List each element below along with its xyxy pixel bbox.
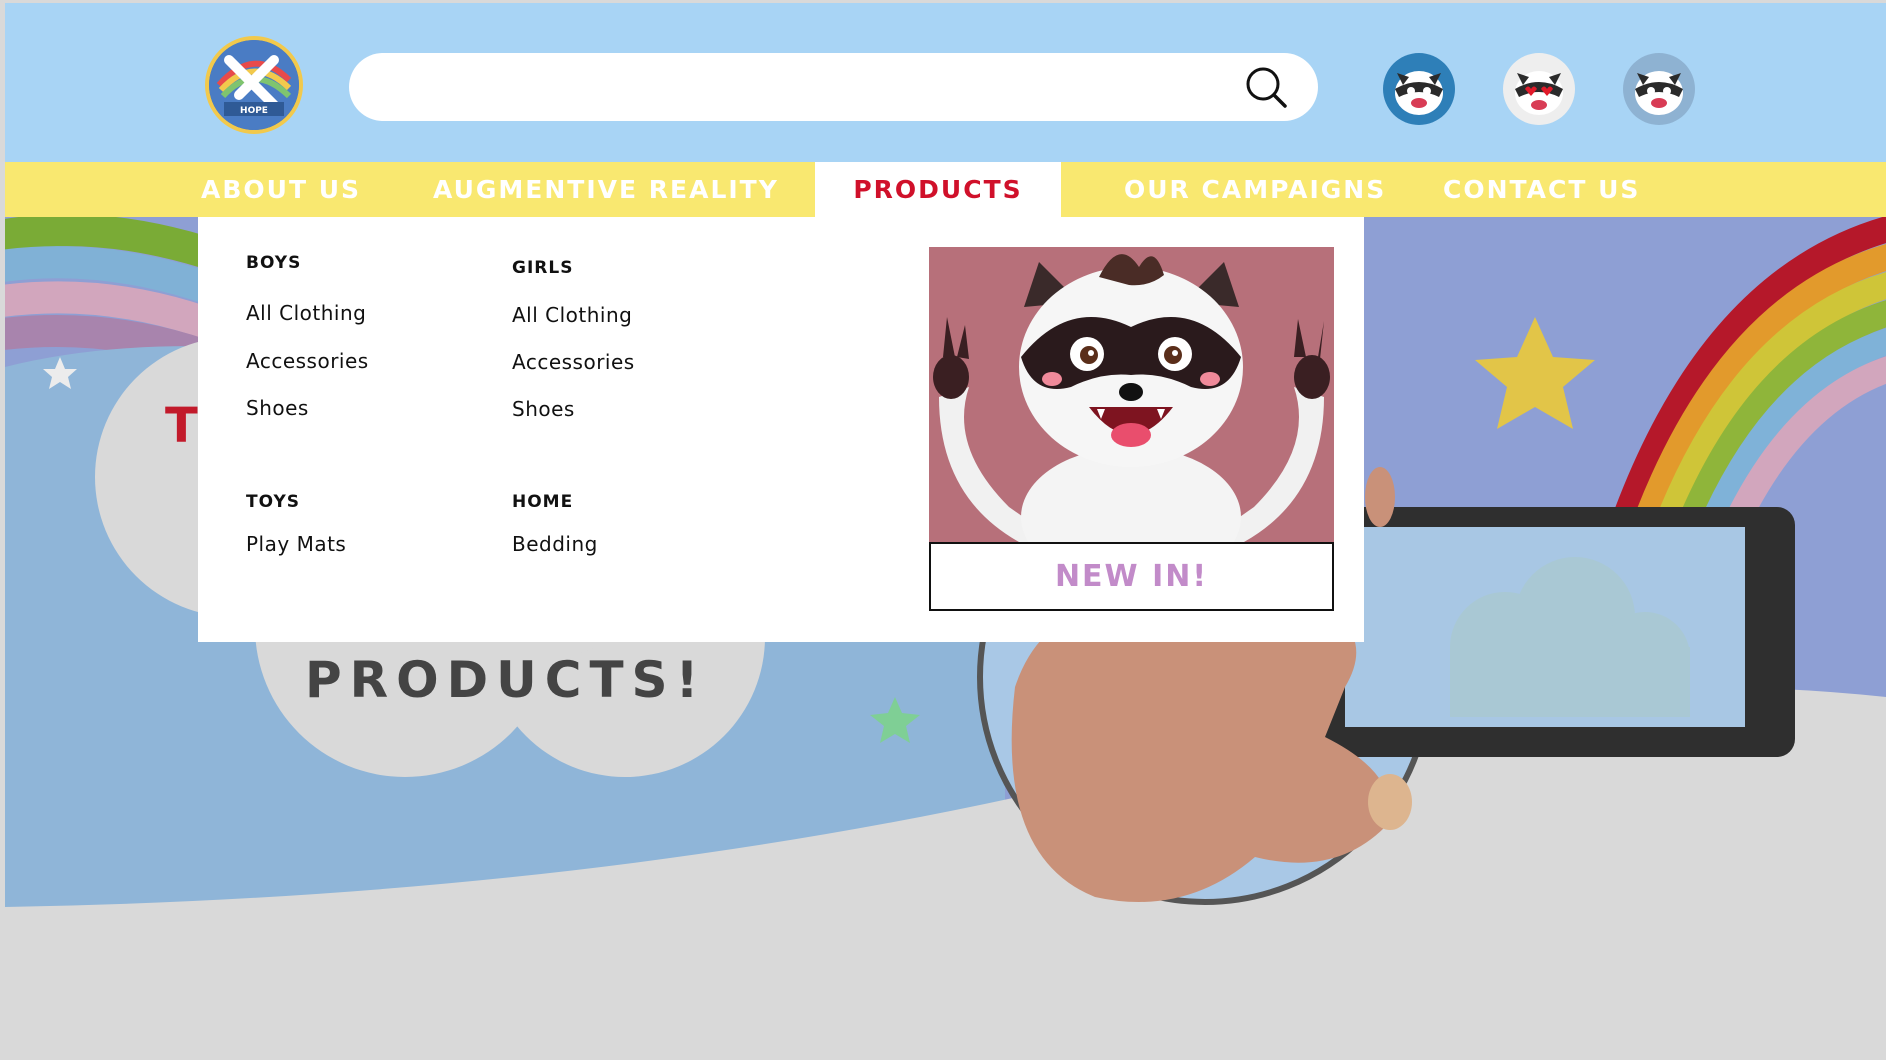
- boys-shoes-link[interactable]: Shoes: [246, 396, 309, 420]
- dove-icon: HOPE: [209, 40, 299, 130]
- new-in-button[interactable]: NEW IN!: [929, 542, 1334, 611]
- girls-all-clothing-link[interactable]: All Clothing: [512, 303, 632, 327]
- category-title-home: HOME: [512, 492, 574, 512]
- toys-play-mats-link[interactable]: Play Mats: [246, 532, 346, 556]
- hero-title-partial: T: [165, 398, 198, 454]
- nav-item-about-us[interactable]: ABOUT US: [201, 162, 361, 217]
- logo-text: HOPE: [240, 106, 268, 116]
- category-title-boys: BOYS: [246, 253, 302, 273]
- category-title-girls: GIRLS: [512, 258, 574, 278]
- nav-item-products[interactable]: PRODUCTS: [815, 162, 1061, 217]
- girls-accessories-link[interactable]: Accessories: [512, 350, 635, 374]
- page: T PRODUCTS! HOPE ABOUT US AUGMENTIVE REA…: [0, 0, 1886, 1060]
- nav-item-augmentive-reality[interactable]: AUGMENTIVE REALITY: [433, 162, 779, 217]
- raccoon-mascot-image[interactable]: [929, 247, 1334, 542]
- header: HOPE: [5, 3, 1886, 162]
- boys-accessories-link[interactable]: Accessories: [246, 349, 369, 373]
- search-icon[interactable]: [1244, 65, 1288, 109]
- raccoon-heart-eyes-avatar-icon[interactable]: [1503, 53, 1575, 125]
- products-dropdown-menu: BOYS All Clothing Accessories Shoes GIRL…: [198, 217, 1364, 642]
- boys-all-clothing-link[interactable]: All Clothing: [246, 301, 366, 325]
- girls-shoes-link[interactable]: Shoes: [512, 397, 575, 421]
- hero-title: PRODUCTS!: [305, 651, 706, 709]
- category-title-toys: TOYS: [246, 492, 300, 512]
- main-nav: ABOUT US AUGMENTIVE REALITY PRODUCTS OUR…: [5, 162, 1886, 217]
- raccoon-avatar-icon[interactable]: [1623, 53, 1695, 125]
- nav-item-our-campaigns[interactable]: OUR CAMPAIGNS: [1124, 162, 1386, 217]
- star-icon: [1475, 317, 1595, 429]
- hope-logo[interactable]: HOPE: [205, 36, 303, 134]
- search-input[interactable]: [379, 53, 1223, 123]
- raccoon-avatar-icon[interactable]: [1383, 53, 1455, 125]
- search-bar[interactable]: [349, 53, 1318, 123]
- nav-item-contact-us[interactable]: CONTACT US: [1443, 162, 1640, 217]
- home-bedding-link[interactable]: Bedding: [512, 532, 598, 556]
